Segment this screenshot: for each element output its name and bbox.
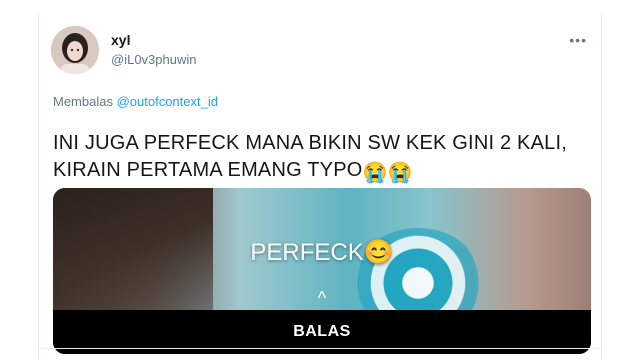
- smiling-emoji-icon: 😊: [363, 239, 394, 266]
- tweet-text: INI JUGA PERFECK MANA BIKIN SW KEK GINI …: [53, 130, 593, 187]
- tweet-card[interactable]: xyl @iL0v3phuwin ••• Membalas @outofcont…: [38, 14, 602, 360]
- tweet-text-line-2: KIRAIN PERTAMA EMANG TYPO😭😭: [53, 157, 593, 187]
- tweet-text-line-2-content: KIRAIN PERTAMA EMANG TYPO: [53, 159, 363, 181]
- crying-emoji-icon: 😭😭: [362, 162, 413, 184]
- tweet-media-image[interactable]: PERFECK😊 ^ BALAS: [53, 188, 591, 354]
- reply-context: Membalas @outofcontext_id: [53, 94, 218, 109]
- tweet-text-line-1: INI JUGA PERFECK MANA BIKIN SW KEK GINI …: [53, 132, 567, 154]
- reply-prefix: Membalas: [53, 94, 113, 109]
- balas-button-label[interactable]: BALAS: [293, 323, 351, 341]
- media-caption: PERFECK😊: [53, 238, 591, 267]
- user-handle[interactable]: @iL0v3phuwin: [111, 52, 196, 67]
- avatar[interactable]: [51, 26, 99, 74]
- card-divider: [38, 348, 602, 349]
- media-caption-text: PERFECK: [250, 239, 364, 266]
- reply-mention-link[interactable]: @outofcontext_id: [117, 94, 218, 109]
- display-name[interactable]: xyl: [111, 32, 130, 48]
- more-horizontal-icon[interactable]: •••: [569, 32, 587, 48]
- chevron-up-icon[interactable]: ^: [53, 288, 591, 309]
